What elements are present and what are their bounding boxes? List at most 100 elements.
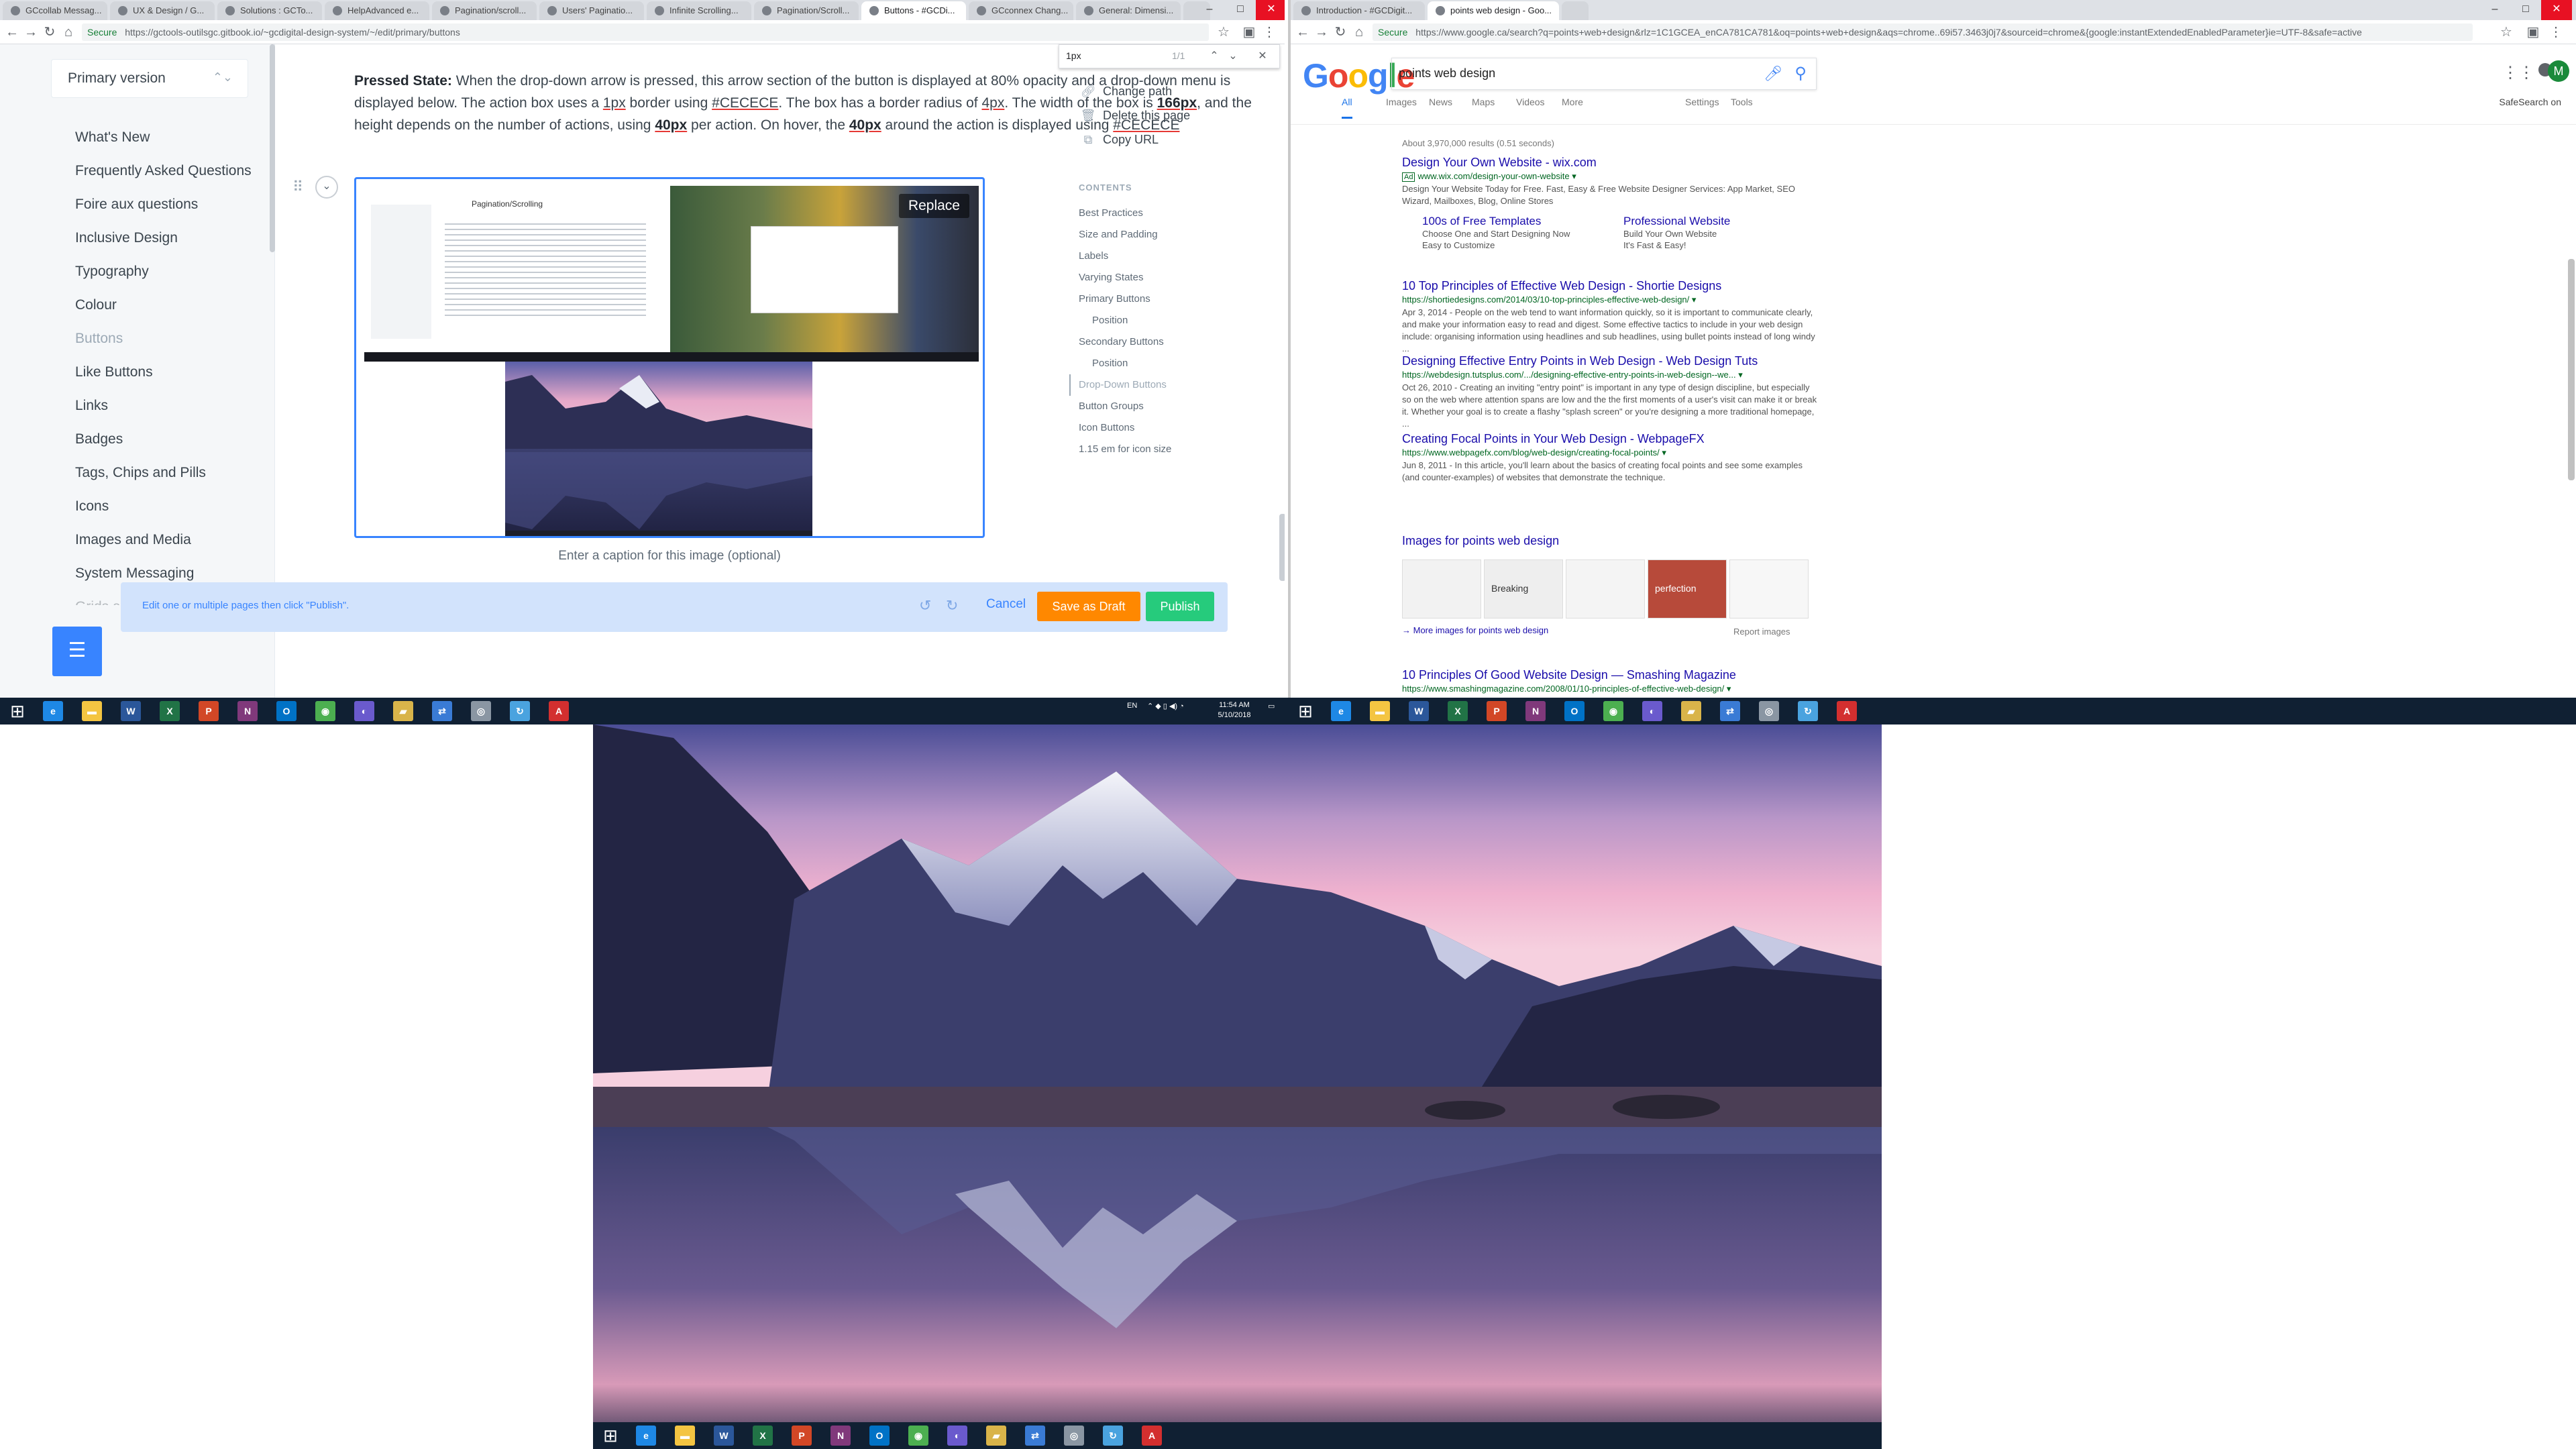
toc-item[interactable]: Size and Padding <box>1079 224 1273 246</box>
forward-icon[interactable]: → <box>1313 24 1330 40</box>
network-icon[interactable]: ⇄ <box>432 701 452 721</box>
outlook-icon[interactable]: O <box>1564 701 1585 721</box>
image-thumbnail[interactable]: Breaking <box>1484 559 1563 619</box>
find-next-icon[interactable]: ⌄ <box>1226 49 1240 62</box>
network-icon[interactable]: ⇄ <box>1720 701 1740 721</box>
version-select[interactable]: Primary version ⌃⌄ <box>51 59 248 98</box>
network-icon[interactable]: ⇄ <box>1025 1426 1045 1446</box>
save-as-draft-button[interactable]: Save as Draft <box>1037 592 1140 621</box>
bookmark-star-icon[interactable]: ☆ <box>2498 24 2514 40</box>
sync-app-icon[interactable]: ↻ <box>1103 1426 1123 1446</box>
sync-app-icon[interactable]: ↻ <box>1798 701 1818 721</box>
result-title-link[interactable]: Designing Effective Entry Points in Web … <box>1402 354 1818 368</box>
sidebar-item[interactable]: What's New <box>75 121 270 154</box>
search-tab[interactable]: News <box>1429 97 1452 107</box>
image-block[interactable]: Pagination/Scrolling Replace <box>354 177 985 538</box>
reload-icon[interactable]: ↻ <box>42 24 58 40</box>
powerpoint-icon[interactable]: P <box>1487 701 1507 721</box>
acrobat-icon[interactable]: A <box>1142 1426 1162 1446</box>
toc-item[interactable]: Icon Buttons <box>1079 417 1273 439</box>
image-thumbnail[interactable] <box>1402 559 1481 619</box>
search-tab[interactable]: All <box>1342 97 1352 119</box>
browser-tab[interactable]: Pagination/Scroll... <box>754 1 859 20</box>
settings-app-icon[interactable]: ◎ <box>1064 1426 1084 1446</box>
browser-tab[interactable]: UX & Design / G... <box>110 1 215 20</box>
search-box[interactable]: points web design 🎤︎ ⚲ <box>1391 58 1817 90</box>
search-tab[interactable]: Settings <box>1685 97 1719 107</box>
ie-icon[interactable]: e <box>636 1426 656 1446</box>
forward-icon[interactable]: → <box>23 24 39 40</box>
app-icon[interactable]: ◐ <box>947 1426 967 1446</box>
result-title-link[interactable]: 10 Top Principles of Effective Web Desig… <box>1402 279 1818 293</box>
sitelink-title[interactable]: 100s of Free Templates <box>1422 215 1603 228</box>
sidebar-scrollbar[interactable] <box>270 44 275 252</box>
redo-icon[interactable]: ↻ <box>946 597 958 614</box>
result-title-link[interactable]: Design Your Own Website - wix.com <box>1402 156 1818 170</box>
browser-tab[interactable]: Solutions : GCTo... <box>217 1 322 20</box>
url-dropdown-icon[interactable]: ▾ <box>1736 370 1743 380</box>
acrobat-icon[interactable]: A <box>1837 701 1857 721</box>
find-close-icon[interactable]: ✕ <box>1255 49 1270 62</box>
more-images-link[interactable]: → More images for points web design <box>1402 625 1548 635</box>
apps-grid-icon[interactable]: ⋮⋮ <box>2502 63 2534 83</box>
undo-icon[interactable]: ↺ <box>919 597 931 614</box>
browser-tab[interactable]: HelpAdvanced e... <box>325 1 429 20</box>
sitelink[interactable]: Professional Website Build Your Own Websi… <box>1623 215 1805 251</box>
toc-item[interactable]: Position <box>1079 353 1273 374</box>
new-tab-button[interactable] <box>1562 1 1589 20</box>
ie-icon[interactable]: e <box>1331 701 1351 721</box>
home-icon[interactable]: ⌂ <box>60 24 76 40</box>
browser-tab[interactable]: Users' Paginatio... <box>539 1 644 20</box>
toc-item[interactable]: Best Practices <box>1079 203 1273 224</box>
images-heading[interactable]: Images for points web design <box>1402 534 1559 548</box>
word-icon[interactable]: W <box>121 701 141 721</box>
ie-icon[interactable]: e <box>43 701 63 721</box>
chrome-icon[interactable]: ◉ <box>908 1426 928 1446</box>
avatar[interactable]: M <box>2548 60 2569 82</box>
reload-icon[interactable]: ↻ <box>1332 24 1348 40</box>
clock[interactable]: 11:54 AM 5/10/2018 <box>1208 700 1261 720</box>
onenote-icon[interactable]: N <box>830 1426 851 1446</box>
browser-tab[interactable]: GCcollab Messag... <box>3 1 107 20</box>
result-title-link[interactable]: Creating Focal Points in Your Web Design… <box>1402 432 1818 446</box>
search-tab[interactable]: Maps <box>1472 97 1495 107</box>
sidebar-item[interactable]: Buttons <box>75 322 270 356</box>
chrome-icon[interactable]: ◉ <box>315 701 335 721</box>
editor-settings-button[interactable]: ☰ <box>52 627 102 676</box>
page-action-item[interactable]: 🗑︎ Delete this page <box>1080 103 1191 127</box>
acrobat-icon[interactable]: A <box>549 701 569 721</box>
minimize-button[interactable]: – <box>1194 0 1225 20</box>
drag-handle-icon[interactable]: ⠿ <box>292 178 303 196</box>
back-icon[interactable]: ← <box>1295 24 1311 40</box>
search-input[interactable]: points web design <box>1399 66 1495 80</box>
menu-icon[interactable]: ⋮ <box>1261 24 1277 40</box>
image-thumbnail[interactable] <box>1729 559 1809 619</box>
word-icon[interactable]: W <box>714 1426 734 1446</box>
powerpoint-icon[interactable]: P <box>792 1426 812 1446</box>
url-dropdown-icon[interactable]: ▾ <box>1570 171 1576 181</box>
address-bar[interactable]: Secure https://www.google.ca/search?q=po… <box>1373 23 2473 41</box>
search-tab[interactable]: More <box>1562 97 1583 107</box>
sidebar-item[interactable]: Like Buttons <box>75 356 270 389</box>
page-action-item[interactable]: ⧉ Copy URL <box>1080 127 1190 152</box>
toc-item[interactable]: Primary Buttons <box>1079 288 1273 310</box>
toc-item[interactable]: Varying States <box>1079 267 1273 288</box>
word-icon[interactable]: W <box>1409 701 1429 721</box>
settings-app-icon[interactable]: ◎ <box>1759 701 1779 721</box>
url-dropdown-icon[interactable]: ▾ <box>1689 294 1697 305</box>
sidebar-item[interactable]: Typography <box>75 255 270 288</box>
minimize-button[interactable]: – <box>2479 0 2510 20</box>
content-scrollbar[interactable] <box>1279 514 1285 581</box>
excel-icon[interactable]: X <box>1448 701 1468 721</box>
back-icon[interactable]: ← <box>4 24 20 40</box>
browser-tab[interactable]: GCconnex Chang... <box>969 1 1073 20</box>
url-dropdown-icon[interactable]: ▾ <box>1660 447 1666 458</box>
home-icon[interactable]: ⌂ <box>1351 24 1367 40</box>
menu-icon[interactable]: ⋮ <box>2548 24 2564 40</box>
app-icon[interactable]: ◐ <box>354 701 374 721</box>
image-thumbnail[interactable] <box>1566 559 1645 619</box>
toc-item[interactable]: 1.15 em for icon size <box>1079 439 1273 460</box>
replace-image-button[interactable]: Replace <box>898 194 969 218</box>
url-dropdown-icon[interactable]: ▾ <box>1724 684 1731 694</box>
bookmark-star-icon[interactable]: ☆ <box>1216 24 1232 40</box>
